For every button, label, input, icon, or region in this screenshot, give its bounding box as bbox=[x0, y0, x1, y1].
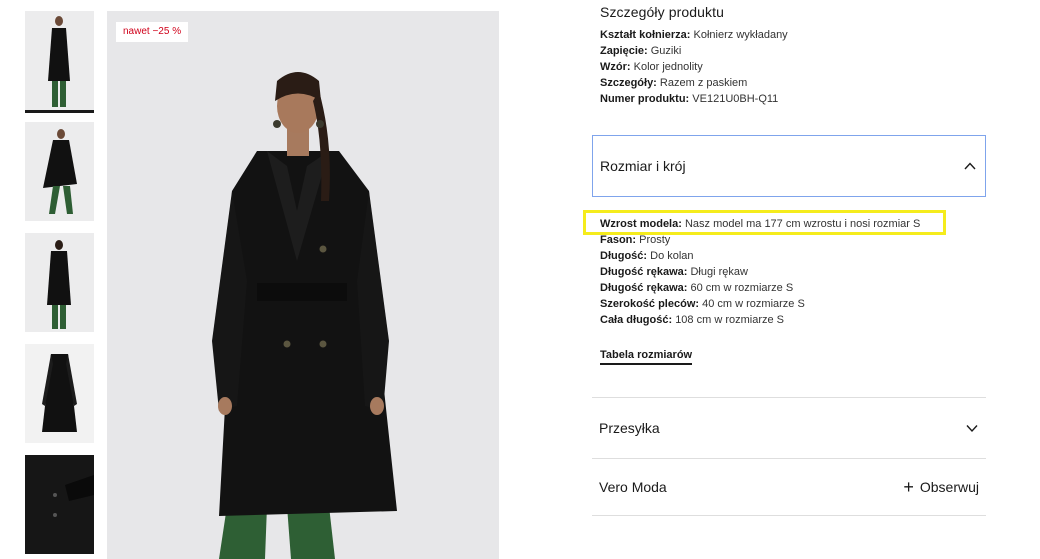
fit-row: Długość rękawa: 60 cm w rozmiarze S bbox=[600, 280, 990, 296]
attr-value: Kołnierz wykładany bbox=[693, 29, 788, 41]
attr-value: Do kolan bbox=[650, 250, 694, 262]
attr-label: Wzrost modela: bbox=[600, 218, 682, 230]
attr-label: Szczegóły: bbox=[600, 77, 657, 89]
chevron-down-icon bbox=[966, 425, 978, 433]
fit-row: Cała długość: 108 cm w rozmiarze S bbox=[600, 312, 990, 328]
attr-row: Kształt kołnierza: Kołnierz wykładany bbox=[600, 27, 990, 43]
fit-row: Długość: Do kolan bbox=[600, 248, 990, 264]
follow-label: Obserwuj bbox=[919, 479, 979, 495]
brand-row: Vero Moda + Obserwuj bbox=[592, 458, 986, 516]
attr-label: Długość rękawa: bbox=[600, 282, 688, 294]
fit-row: Szerokość pleców: 40 cm w rozmiarze S bbox=[600, 296, 990, 312]
plus-icon: + bbox=[903, 477, 914, 497]
brand-name[interactable]: Vero Moda bbox=[599, 479, 667, 495]
size-fit-accordion-header[interactable]: Rozmiar i krój bbox=[592, 135, 986, 197]
size-table-link[interactable]: Tabela rozmiarów bbox=[600, 349, 693, 365]
attr-label: Zapięcie: bbox=[600, 45, 648, 57]
size-fit-content: Wzrost modela: Nasz model ma 177 cm wzro… bbox=[600, 216, 990, 328]
attr-value: 60 cm w rozmiarze S bbox=[690, 282, 794, 294]
attr-value: Długi rękaw bbox=[690, 266, 748, 278]
attr-label: Cała długość: bbox=[600, 314, 673, 326]
product-details-heading: Szczegóły produktu bbox=[600, 4, 724, 20]
thumbnail-4[interactable] bbox=[25, 344, 94, 443]
attr-row: Szczegóły: Razem z paskiem bbox=[600, 75, 990, 91]
fit-row: Długość rękawa: Długi rękaw bbox=[600, 264, 990, 280]
attr-label: Długość rękawa: bbox=[600, 266, 688, 278]
fit-row: Fason: Prosty bbox=[600, 232, 990, 248]
attr-label: Fason: bbox=[600, 234, 637, 246]
product-main-image[interactable] bbox=[107, 11, 499, 559]
thumbnail-5[interactable] bbox=[25, 455, 94, 554]
attr-label: Numer produktu: bbox=[600, 93, 690, 105]
attr-row: Numer produktu: VE121U0BH-Q11 bbox=[600, 91, 990, 107]
product-details-section: Szczegóły produktu Kształt kołnierza: Ko… bbox=[600, 4, 990, 107]
attr-value: 108 cm w rozmiarze S bbox=[675, 314, 784, 326]
follow-button[interactable]: + Obserwuj bbox=[903, 478, 979, 496]
attr-row: Wzór: Kolor jednolity bbox=[600, 59, 990, 75]
fit-row-model-height: Wzrost modela: Nasz model ma 177 cm wzro… bbox=[600, 216, 990, 232]
attr-label: Wzór: bbox=[600, 61, 631, 73]
attr-value: Kolor jednolity bbox=[633, 61, 703, 73]
attr-value: Guziki bbox=[650, 45, 682, 57]
attr-value: Razem z paskiem bbox=[659, 77, 748, 89]
discount-badge: nawet −25 % bbox=[116, 22, 189, 42]
shipping-title: Przesyłka bbox=[599, 420, 660, 436]
size-fit-title: Rozmiar i krój bbox=[600, 158, 686, 174]
attr-value: 40 cm w rozmiarze S bbox=[702, 298, 805, 310]
attr-value: VE121U0BH-Q11 bbox=[692, 93, 779, 105]
attr-label: Kształt kołnierza: bbox=[600, 29, 691, 41]
attr-label: Długość: bbox=[600, 250, 648, 262]
attr-row: Zapięcie: Guziki bbox=[600, 43, 990, 59]
thumbnail-2[interactable] bbox=[25, 122, 94, 221]
attr-value: Prosty bbox=[639, 234, 671, 246]
chevron-up-icon bbox=[964, 162, 976, 170]
attr-label: Szerokość pleców: bbox=[600, 298, 700, 310]
shipping-accordion-header[interactable]: Przesyłka bbox=[592, 397, 986, 458]
attr-value: Nasz model ma 177 cm wzrostu i nosi rozm… bbox=[684, 218, 921, 230]
thumbnail-3[interactable] bbox=[25, 233, 94, 332]
thumbnail-1[interactable] bbox=[25, 11, 94, 113]
